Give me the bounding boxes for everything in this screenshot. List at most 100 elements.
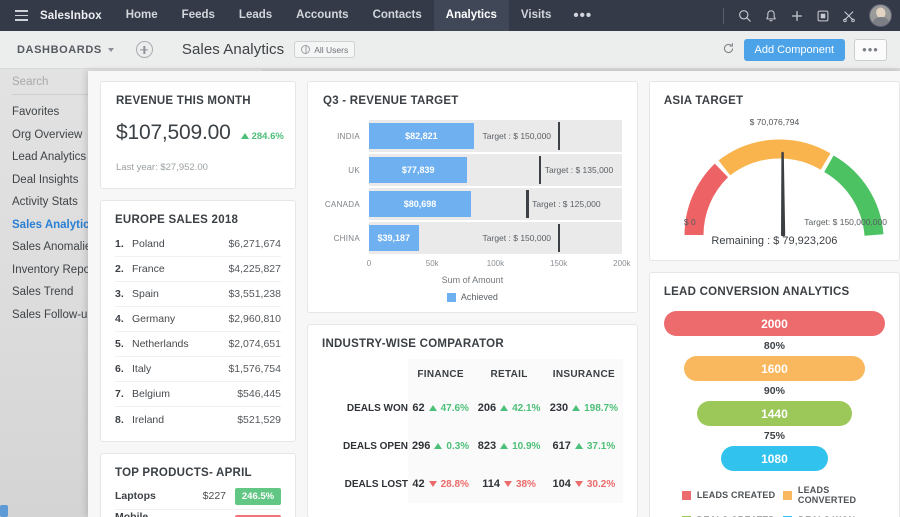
gauge-max-label: Target: $ 150,000,000 — [804, 217, 887, 227]
list-item: 7.Belgium$546,445 — [115, 382, 281, 407]
status-badge: 246.5% — [235, 488, 281, 505]
legend-item: LEADS CONVERTED — [783, 485, 885, 505]
add-component-button[interactable]: Add Component — [744, 39, 846, 61]
axis-tick-label: 50k — [426, 259, 439, 268]
list-item-rank: 8. — [115, 414, 132, 426]
list-item: 5.Netherlands$2,074,651 — [115, 332, 281, 357]
legend-label-achieved: Achieved — [461, 292, 498, 302]
list-item-value: $1,576,754 — [228, 363, 281, 375]
avatar[interactable] — [869, 4, 892, 27]
funnel-bar: 1600 — [684, 356, 865, 381]
nav-actions — [723, 4, 900, 28]
nav-more-icon[interactable]: ••• — [563, 5, 602, 27]
card-title: Q3 - REVENUE TARGET — [323, 95, 622, 107]
toolbar-more-button[interactable]: ••• — [854, 39, 887, 61]
bar-track: $77,839Target : $ 135,000 — [369, 153, 622, 187]
bar-fill: $77,839 — [369, 157, 467, 183]
funnel-legend: LEADS CREATEDLEADS CONVERTEDDEALS CREATE… — [664, 485, 885, 517]
revenue-this-month-card[interactable]: REVENUE THIS MONTH $107,509.00 284.6% La… — [100, 81, 296, 189]
list-item-value: $2,074,651 — [228, 338, 281, 350]
nav-divider — [723, 8, 724, 24]
nav-item-feeds[interactable]: Feeds — [170, 0, 227, 31]
table-cell: 104 30.2% — [545, 465, 623, 503]
table-cell: 6247.6% — [408, 389, 473, 427]
nav-item-accounts[interactable]: Accounts — [284, 0, 360, 31]
cell-value: 104 — [553, 478, 571, 490]
table-row: DEALS WON6247.6%20642.1%230198.7% — [322, 389, 623, 427]
menu-icon[interactable] — [8, 10, 34, 21]
card-title: EUROPE SALES 2018 — [115, 214, 281, 226]
cell-value: 114 — [482, 478, 500, 490]
list-item-rank: 2. — [115, 263, 132, 275]
bar-category-label: CANADA — [323, 200, 369, 209]
refresh-icon[interactable] — [722, 42, 735, 58]
table-cell: 20642.1% — [473, 389, 545, 427]
legend-item: LEADS CREATED — [682, 485, 784, 505]
conversion-rate-label: 80% — [764, 340, 785, 352]
scope-badge[interactable]: All Users — [294, 41, 355, 58]
dashboards-dropdown[interactable]: DASHBOARDS — [0, 44, 114, 56]
nav-item-contacts[interactable]: Contacts — [361, 0, 434, 31]
top-products-card[interactable]: TOP PRODUCTS- APRIL Laptops$227246.5%Mob… — [100, 453, 296, 517]
funnel-bar: 1440 — [697, 401, 852, 426]
legend-swatch — [682, 491, 691, 500]
bar-fill: $39,187 — [369, 225, 419, 251]
cell-delta: 30.2% — [587, 479, 615, 490]
bar-fill: $82,821 — [369, 123, 474, 149]
list-item-value: $4,225,827 — [228, 263, 281, 275]
tools-icon[interactable] — [837, 4, 861, 28]
list-item: 4.Germany$2,960,810 — [115, 307, 281, 332]
legend-swatch-achieved — [447, 293, 456, 302]
chevron-down-icon — [108, 48, 114, 52]
nav-item-leads[interactable]: Leads — [227, 0, 284, 31]
plus-icon[interactable] — [785, 4, 809, 28]
nav-item-analytics[interactable]: Analytics — [434, 0, 509, 31]
cell-delta: 198.7% — [584, 403, 618, 414]
cell-value: 206 — [478, 402, 496, 414]
card-title: TOP PRODUCTS- APRIL — [115, 467, 281, 479]
sidebar-scrollbar[interactable] — [0, 505, 8, 517]
table-row: DEALS LOST4228.8%11438%10430.2% — [322, 465, 623, 503]
dashboard-panel: REVENUE THIS MONTH $107,509.00 284.6% La… — [88, 71, 900, 517]
q3-axis-label: Sum of Amount — [323, 275, 622, 285]
nav-item-visits[interactable]: Visits — [509, 0, 563, 31]
industry-comparator-card[interactable]: INDUSTRY-WISE COMPARATOR FINANCERETAILIN… — [307, 324, 638, 517]
row-header: DEALS LOST — [322, 465, 408, 503]
list-item: 1.Poland$6,271,674 — [115, 232, 281, 257]
dashboard-column-3: ASIA TARGET $ 70,076,794 $ 0 Target: $ 1… — [649, 81, 900, 517]
lead-conversion-card[interactable]: LEAD CONVERSION ANALYTICS 200080%160090%… — [649, 272, 900, 517]
triangle-up-icon — [575, 443, 583, 449]
search-icon[interactable] — [733, 4, 757, 28]
funnel-bar: 2000 — [664, 311, 885, 336]
column-header: RETAIL — [473, 359, 545, 389]
q3-bar-chart: INDIA$82,821Target : $ 150,000UK$77,839T… — [323, 119, 622, 255]
list-item-label: Italy — [132, 363, 228, 375]
nav-item-home[interactable]: Home — [114, 0, 170, 31]
cell-value: 62 — [412, 402, 424, 414]
axis-tick-label: 0 — [367, 259, 371, 268]
bar-track: $39,187Target : $ 150,000 — [369, 221, 622, 255]
list-item-label: Spain — [132, 288, 228, 300]
target-marker — [539, 156, 542, 184]
list-item-rank: 1. — [115, 238, 132, 250]
search-placeholder: Search — [12, 76, 48, 88]
dashboard-column-2: Q3 - REVENUE TARGET INDIA$82,821Target :… — [307, 81, 638, 517]
toolbar-actions: Add Component ••• — [722, 39, 900, 61]
table-row: Laptops$227246.5% — [115, 483, 281, 510]
cell-value: 42 — [412, 478, 424, 490]
bar-track: $80,698Target : $ 125,000 — [369, 187, 622, 221]
add-dashboard-icon[interactable] — [136, 41, 153, 58]
q3-revenue-target-card[interactable]: Q3 - REVENUE TARGET INDIA$82,821Target :… — [307, 81, 638, 313]
table-cell: 11438% — [473, 465, 545, 503]
dashboard-column-1: REVENUE THIS MONTH $107,509.00 284.6% La… — [100, 81, 296, 517]
table-cell: 2960.3% — [408, 427, 473, 465]
bell-icon[interactable] — [759, 4, 783, 28]
europe-sales-card[interactable]: EUROPE SALES 2018 1.Poland$6,271,6742.Fr… — [100, 200, 296, 442]
gauge-chart: $ 70,076,794 $ 0 Target: $ 150,000,000 R… — [664, 111, 885, 247]
asia-target-card[interactable]: ASIA TARGET $ 70,076,794 $ 0 Target: $ 1… — [649, 81, 900, 261]
globe-icon — [301, 45, 310, 54]
bar-chart-row: CANADA$80,698Target : $ 125,000 — [323, 187, 622, 221]
brand-label[interactable]: SalesInbox — [34, 10, 114, 22]
notes-icon[interactable] — [811, 4, 835, 28]
funnel-bar: 1080 — [721, 446, 827, 471]
